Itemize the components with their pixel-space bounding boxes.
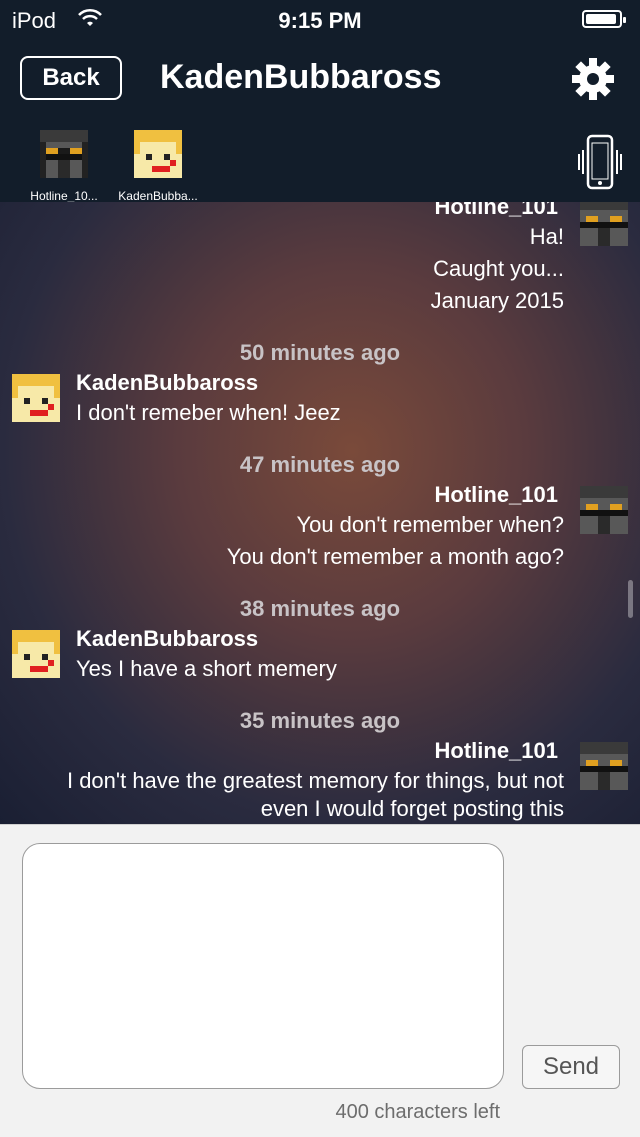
- message-line: You don't remember when?: [296, 512, 564, 537]
- gear-icon[interactable]: [570, 56, 616, 102]
- sender-name: Hotline_101: [434, 482, 559, 507]
- avatar: [580, 742, 628, 790]
- avatar: [580, 202, 628, 246]
- top-bar: iPod 9:15 PM Back KadenBubbaross Hotline…: [0, 0, 640, 203]
- timestamp: 38 minutes ago: [239, 596, 401, 621]
- message-line: I don't have the greatest memory for thi…: [66, 768, 564, 793]
- sender-name: KadenBubbaross: [76, 370, 259, 395]
- message-input[interactable]: [22, 843, 504, 1089]
- participant-name: Hotline_10...: [30, 189, 98, 203]
- sender-name: KadenBubbaross: [76, 626, 259, 651]
- vibrate-phone-icon[interactable]: [576, 134, 624, 190]
- participant-kaden[interactable]: KadenBubba...: [110, 130, 206, 203]
- avatar: [134, 130, 182, 178]
- chat-area[interactable]: Hotline_101 Ha! Caught you... January 20…: [0, 202, 640, 824]
- message-line: Ha!: [529, 224, 564, 249]
- back-button[interactable]: Back: [20, 56, 122, 100]
- participant-hotline[interactable]: Hotline_10...: [16, 130, 112, 203]
- avatar: [12, 630, 60, 678]
- message-line: Caught you...: [433, 256, 564, 281]
- timestamp: 50 minutes ago: [239, 340, 401, 365]
- message-line: I don't remeber when! Jeez: [76, 400, 341, 425]
- sender-name: Hotline_101: [434, 738, 559, 763]
- avatar: [12, 374, 60, 422]
- timestamp: 35 minutes ago: [239, 708, 401, 733]
- avatar: [580, 486, 628, 534]
- battery-icon: [582, 10, 626, 28]
- status-bar: iPod 9:15 PM: [0, 0, 640, 40]
- navigation-bar: Back KadenBubbaross: [0, 52, 640, 112]
- message-line: You don't remember a month ago?: [226, 544, 564, 569]
- message-line: even I would forget posting this: [260, 796, 564, 821]
- send-button[interactable]: Send: [522, 1045, 620, 1089]
- scrollbar[interactable]: [628, 580, 633, 618]
- clock: 9:15 PM: [278, 8, 362, 33]
- compose-area: Send 400 characters left: [0, 824, 640, 1137]
- timestamp: 47 minutes ago: [239, 452, 401, 477]
- participant-name: KadenBubba...: [118, 189, 198, 203]
- conversation-title: KadenBubbaross: [160, 58, 442, 96]
- character-counter: 400 characters left: [335, 1101, 500, 1123]
- message-line: Yes I have a short memery: [76, 656, 337, 681]
- message-line: January 2015: [430, 288, 564, 313]
- sender-name: Hotline_101: [434, 202, 559, 219]
- participants-bar: Hotline_10... KadenBubba...: [0, 122, 640, 203]
- avatar: [40, 130, 88, 178]
